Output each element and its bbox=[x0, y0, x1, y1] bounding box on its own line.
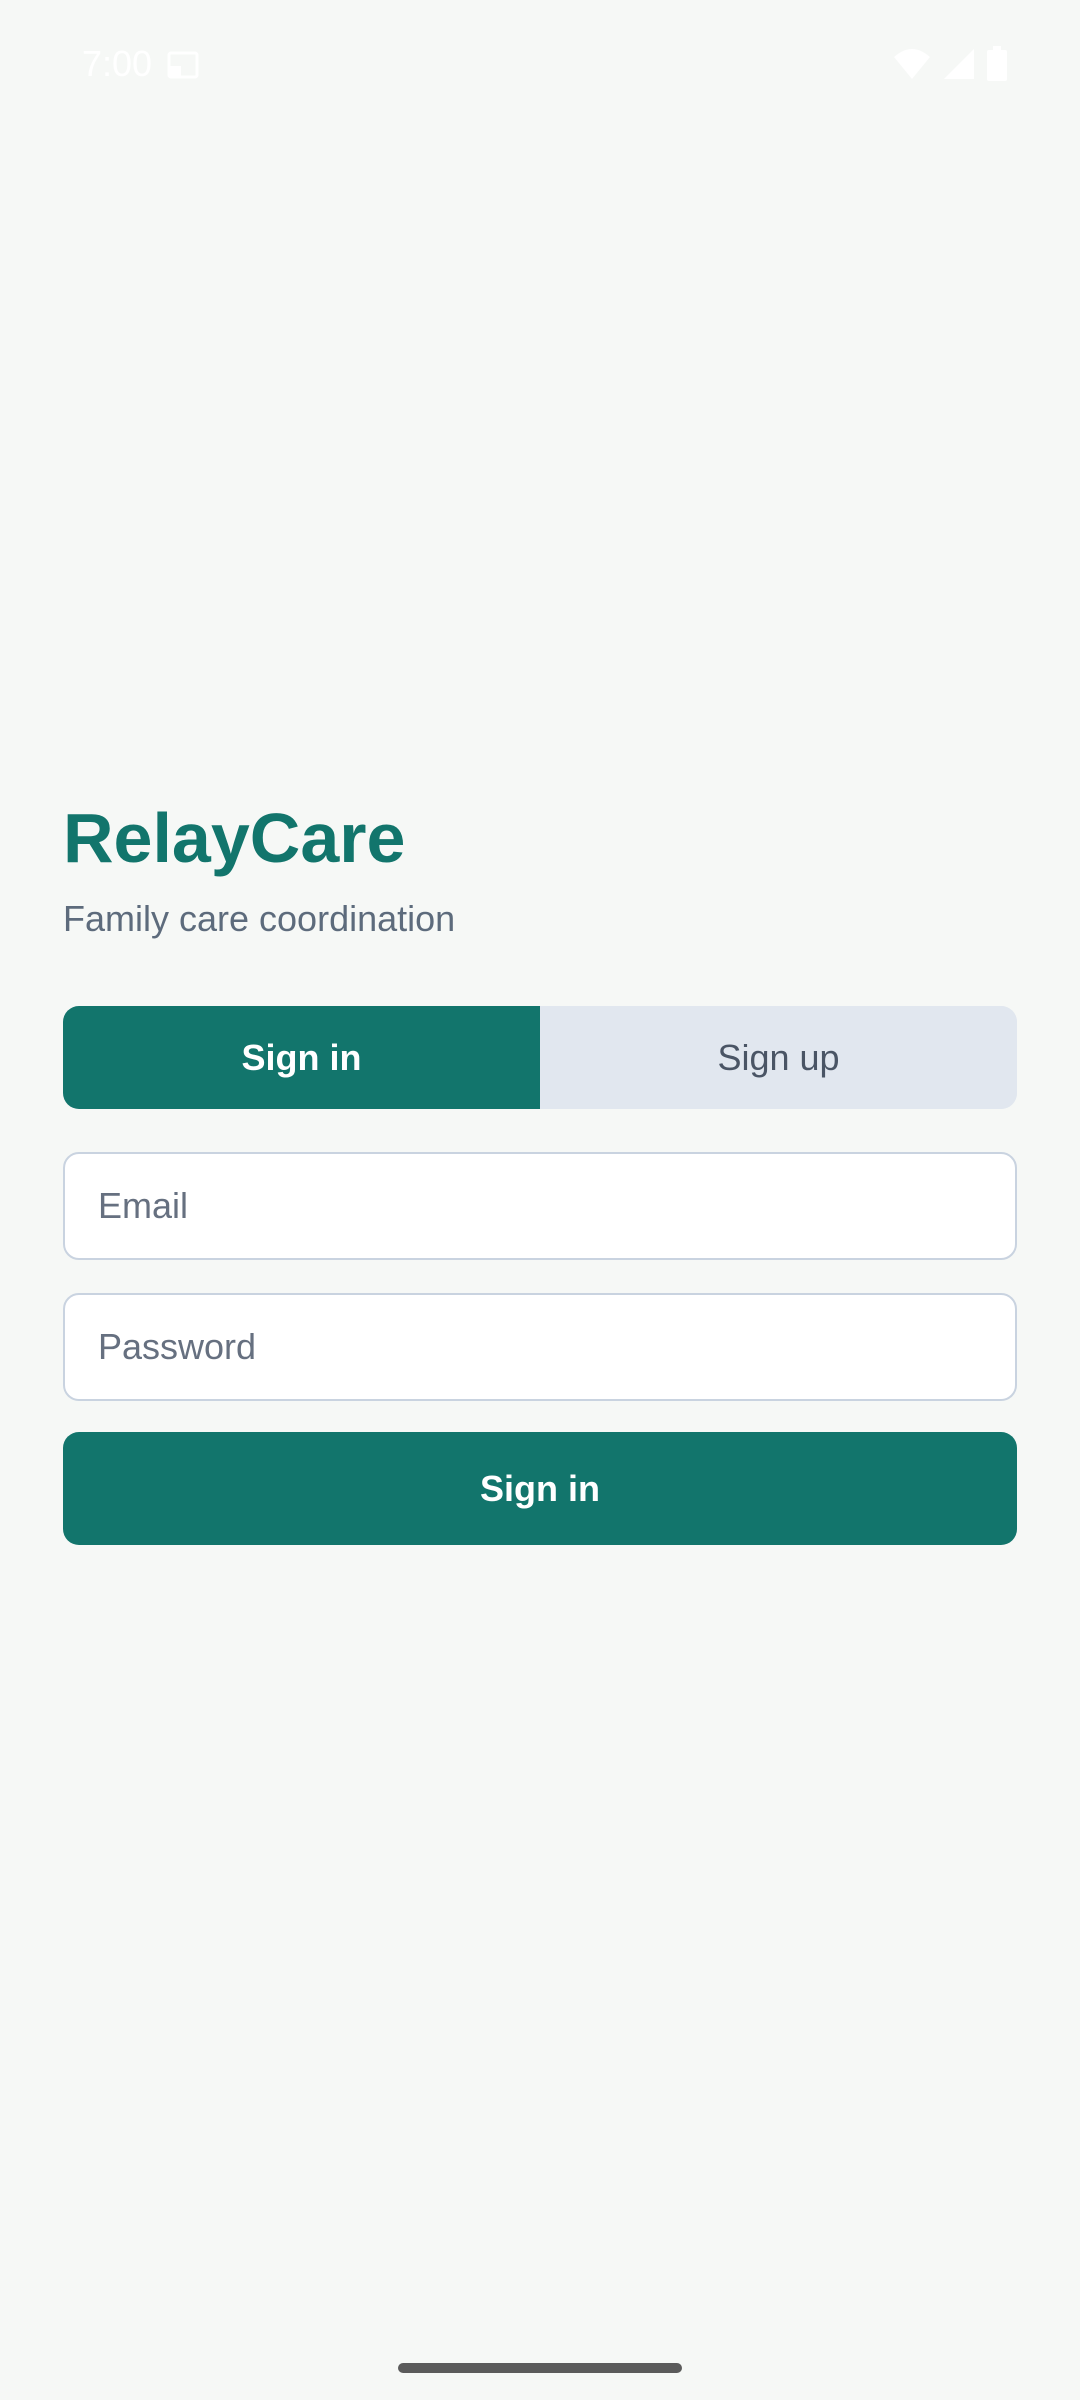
sign-in-button[interactable]: Sign in bbox=[63, 1432, 1017, 1545]
app-subtitle: Family care coordination bbox=[63, 898, 456, 939]
tab-sign-in[interactable]: Sign in bbox=[63, 1006, 540, 1109]
app-title: RelayCare bbox=[63, 799, 406, 877]
wifi-icon bbox=[892, 47, 932, 81]
tab-sign-up[interactable]: Sign up bbox=[540, 1006, 1017, 1109]
battery-icon bbox=[986, 46, 1008, 82]
signal-icon bbox=[942, 47, 976, 81]
email-field[interactable] bbox=[63, 1152, 1017, 1260]
status-time: 7:00 bbox=[82, 43, 153, 84]
home-indicator[interactable] bbox=[398, 2363, 682, 2373]
status-icons bbox=[892, 46, 1008, 82]
password-field[interactable] bbox=[63, 1293, 1017, 1401]
auth-mode-tabs: Sign in Sign up bbox=[63, 1006, 1017, 1109]
screen-record-icon bbox=[166, 50, 200, 80]
status-bar: 7:00 bbox=[0, 0, 1080, 128]
